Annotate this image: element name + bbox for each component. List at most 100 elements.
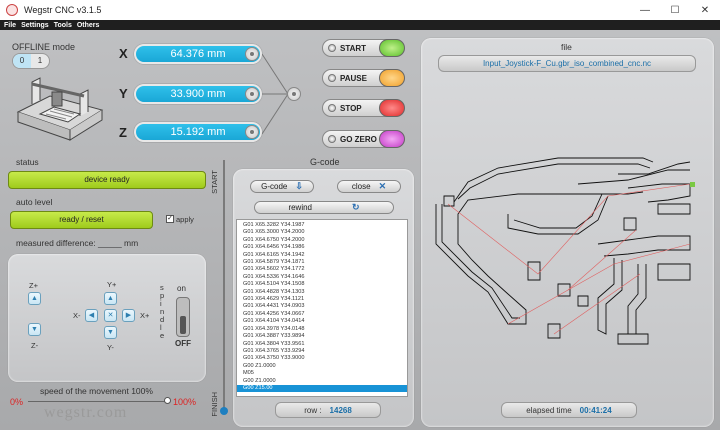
x-plus-button[interactable]: ▶ [122,309,135,322]
gcode-line[interactable]: G00 Z1.0000 [237,363,407,370]
stop-button-dot-icon [328,104,336,112]
gcode-line[interactable]: G01 X64.4629 Y34.1121 [237,296,407,303]
measured-difference: measured difference: _____ mm [16,238,139,248]
progress-start-label: START [210,170,219,194]
speed-slider-track[interactable] [28,401,168,402]
apply-checkbox[interactable]: ✓ [166,215,174,223]
stop-indicator-icon[interactable] [379,99,405,117]
jog-center-button[interactable]: ✕ [104,309,117,322]
speed-min-label: 0% [10,397,24,407]
gcode-line[interactable]: G01 X64.4828 Y34.1303 [237,289,407,296]
pause-indicator-icon[interactable] [379,69,405,87]
row-value: 14268 [329,405,352,415]
row-label: row : [304,405,322,415]
offline-mode-toggle[interactable]: 0 1 [12,53,50,69]
gcode-line[interactable]: G01 X64.3978 Y34.0148 [237,326,407,333]
z-axis-label: Z [119,125,127,140]
rewind-icon: ↻ [352,202,360,212]
gcode-line[interactable]: G00 Z15.00 [237,384,407,393]
z-minus-label: Z- [31,341,39,350]
gcode-line[interactable]: G00 Z1.0000 [237,378,407,385]
menu-tools[interactable]: Tools [54,22,72,29]
gcode-line[interactable]: G01 X65.3000 Y34.2000 [237,229,407,236]
menu-file[interactable]: File [4,22,16,29]
y-position-display: 33.900 mm [134,84,262,104]
maximize-button[interactable]: ☐ [660,0,690,20]
x-zero-button[interactable] [245,47,259,61]
file-title: file [561,42,572,52]
z-up-button[interactable]: ▲ [28,292,41,305]
file-name-field[interactable]: Input_Joystick-F_Cu.gbr_iso_combined_cnc… [438,55,696,72]
gcode-line[interactable]: G01 X64.3765 Y33.9294 [237,348,407,355]
gcode-load-label: G-code [261,182,288,191]
title-bar: Wegstr CNC v3.1.5 — ☐ ✕ [0,0,720,20]
offline-toggle-one[interactable]: 1 [31,54,49,68]
gcode-line[interactable]: G01 X64.6456 Y34.1986 [237,244,407,251]
offline-mode-label: OFFLINE mode [12,42,76,52]
go-zero-button-label: GO ZERO [340,134,377,144]
gcode-line[interactable]: G01 X64.5602 Y34.1772 [237,266,407,273]
spindle-on-label: on [177,284,186,293]
row-counter: row : 14268 [275,402,381,418]
x-position-display: 64.376 mm [134,44,262,64]
gcode-title: G-code [310,157,340,167]
close-x-icon: ✕ [378,181,387,191]
apply-label: apply [176,215,194,224]
gcode-line[interactable]: M05 [237,370,407,377]
tool-position-marker [690,182,695,187]
menu-others[interactable]: Others [77,22,100,29]
start-indicator-icon[interactable] [379,39,405,57]
progress-track [223,160,225,408]
z-down-button[interactable]: ▼ [28,323,41,336]
spindle-label: s p i n d l e [160,283,165,340]
pcb-toolpath-drawing [435,157,695,345]
gcode-line[interactable]: G01 X64.5336 Y34.1646 [237,274,407,281]
pause-button-label: PAUSE [340,73,367,83]
menu-settings[interactable]: Settings [21,22,49,29]
close-window-button[interactable]: ✕ [690,0,720,20]
x-plus-label: X+ [140,311,150,320]
z-position-display: 15.192 mm [134,122,262,142]
gcode-line[interactable]: G01 X64.4256 Y34.0667 [237,311,407,318]
z-plus-label: Z+ [29,281,38,290]
all-axes-zero-button[interactable] [287,87,301,101]
gcode-list[interactable]: G01 X65.3282 Y34.1987 G01 X65.3000 Y34.20… [236,219,408,397]
gcode-line[interactable]: G01 X65.3282 Y34.1987 [237,222,407,229]
elapsed-time-field: elapsed time 00:41:24 [501,402,637,418]
progress-indicator [220,407,228,415]
auto-level-reset-button[interactable]: ready / reset [10,211,153,229]
elapsed-value: 00:41:24 [579,405,612,415]
gcode-close-button[interactable]: close ✕ [337,180,401,193]
y-plus-button[interactable]: ▲ [104,292,117,305]
gcode-line[interactable]: G01 X64.3750 Y33.9000 [237,355,407,362]
spindle-switch[interactable] [176,297,190,337]
x-minus-button[interactable]: ◀ [85,309,98,322]
gcode-line[interactable]: G01 X64.4431 Y34.0903 [237,303,407,310]
gcode-line[interactable]: G01 X64.6165 Y34.1942 [237,252,407,259]
elapsed-label: elapsed time [526,405,572,415]
rewind-button[interactable]: rewind ↻ [254,201,394,214]
y-axis-label: Y [119,86,128,101]
minimize-button[interactable]: — [630,0,660,20]
gcode-line[interactable]: G01 X64.3804 Y33.9561 [237,341,407,348]
gcode-line[interactable]: G01 X64.5104 Y34.1508 [237,281,407,288]
gcode-load-button[interactable]: G-code ⇩ [250,180,314,193]
go-zero-button-dot-icon [328,135,336,143]
status-display: device ready [8,171,206,189]
x-axis-label: X [119,46,128,61]
y-zero-button[interactable] [245,87,259,101]
offline-toggle-zero[interactable]: 0 [13,54,31,68]
stop-button-label: STOP [340,103,362,113]
gcode-line[interactable]: G01 X64.6750 Y34.2000 [237,237,407,244]
speed-slider-thumb[interactable] [164,397,171,404]
pause-button-dot-icon [328,74,336,82]
gcode-line[interactable]: G01 X64.4104 Y34.0414 [237,318,407,325]
progress-finish-label: FINISH [210,392,219,417]
gcode-line[interactable]: G01 X64.3887 Y33.9894 [237,333,407,340]
y-minus-button[interactable]: ▼ [104,326,117,339]
z-zero-button[interactable] [245,125,259,139]
gcode-line[interactable]: G01 X64.5879 Y34.1871 [237,259,407,266]
window-controls: — ☐ ✕ [630,0,720,20]
go-zero-indicator-icon[interactable] [379,130,405,148]
spindle-off-label: OFF [175,339,191,348]
